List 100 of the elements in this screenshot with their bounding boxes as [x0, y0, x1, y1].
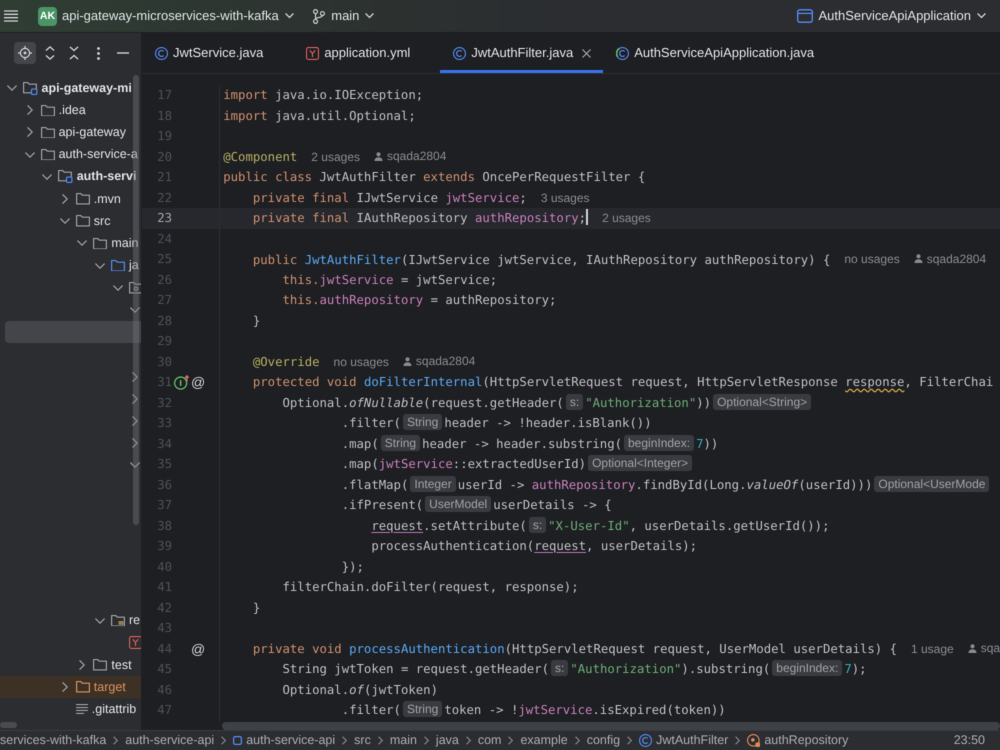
code-text: request.setAttribute(: [371, 518, 527, 532]
inlay-hint: Optional<UserMode: [874, 476, 990, 492]
chevron-right-icon[interactable]: [62, 682, 68, 692]
inlay-hint: Optional<String>: [713, 394, 812, 410]
usages-hint[interactable]: 3 usages: [540, 188, 590, 208]
chevron-down-icon[interactable]: [95, 618, 105, 624]
chevron-right-icon: [574, 736, 580, 745]
usages-hint[interactable]: 1 usage: [911, 638, 954, 660]
chevron-down-icon[interactable]: [365, 13, 374, 19]
horizontal-scrollbar[interactable]: [222, 722, 1000, 730]
horizontal-scrollbar[interactable]: [0, 722, 17, 728]
class-icon: [453, 46, 466, 60]
editor-tab[interactable]: JwtService.java: [142, 33, 294, 73]
at-sign-icon[interactable]: @: [191, 640, 205, 657]
code-text: .map(: [342, 436, 379, 450]
collapse-all-icon[interactable]: [69, 46, 79, 60]
chevron-down-icon[interactable]: [7, 85, 17, 92]
breadcrumb[interactable]: main: [390, 731, 417, 750]
inlay-hint: String: [380, 434, 420, 450]
tree-item[interactable]: api-gateway-mi: [42, 78, 132, 98]
editor-tab[interactable]: JwtAuthFilter.java: [440, 33, 604, 73]
breadcrumb[interactable]: config: [586, 731, 620, 750]
breadcrumb[interactable]: services-with-kafka: [0, 731, 106, 750]
branch-dropdown[interactable]: main: [313, 6, 374, 26]
breadcrumb[interactable]: authRepository: [747, 731, 848, 750]
chevron-right-icon[interactable]: [79, 660, 86, 670]
run-configuration-dropdown[interactable]: AuthServiceApiApplication: [796, 6, 986, 26]
breadcrumb[interactable]: src: [354, 731, 371, 750]
chevron-right-icon[interactable]: [26, 127, 33, 138]
chevron-down-icon[interactable]: [112, 284, 123, 291]
editor-tab[interactable]: application.yml: [293, 33, 440, 73]
chevron-down-icon[interactable]: [977, 13, 986, 19]
chevron-right-icon: [508, 736, 514, 745]
usages-hint[interactable]: 2 usages: [311, 146, 360, 168]
project-dropdown[interactable]: AK api-gateway-microservices-with-kafka: [38, 6, 294, 26]
code-text: userId -> authRepository.findById(Long.valueOf(userId))): [458, 478, 872, 492]
module-square-icon: [233, 736, 242, 745]
tree-row-highlight[interactable]: target: [0, 676, 141, 698]
menu-icon[interactable]: [4, 10, 18, 22]
override-marker-icon[interactable]: [174, 374, 190, 390]
tree-item[interactable]: src: [94, 212, 110, 231]
editor-tab[interactable]: AuthServiceApiApplication.java: [603, 33, 844, 73]
breadcrumb[interactable]: auth-service-api: [125, 731, 214, 750]
author-name[interactable]: sqada2804: [387, 146, 446, 167]
field-icon: [747, 734, 760, 747]
usages-hint[interactable]: 2 usages: [602, 208, 651, 228]
chevron-right-icon[interactable]: [132, 372, 138, 382]
app-window-icon: [796, 9, 813, 23]
usages-hint[interactable]: no usages: [844, 249, 900, 270]
code-text: public class JwtAuthFilter extends OncePerRequestFilter {: [223, 170, 646, 184]
source-folder-icon: [111, 260, 125, 272]
tree-item[interactable]: target: [94, 678, 126, 697]
chevron-down-icon[interactable]: [95, 262, 105, 269]
code-text: private void processAuthentication(HttpServletRequest request, UserModel userDetails) {: [252, 642, 897, 656]
breadcrumb[interactable]: com: [478, 731, 502, 750]
author-name[interactable]: sqa: [980, 638, 1000, 659]
inlay-hint: UserModel: [425, 496, 492, 512]
expand-all-icon[interactable]: [44, 46, 54, 60]
locate-icon[interactable]: [14, 42, 36, 64]
code-text: import java.io.IOException;: [223, 88, 424, 102]
tree-item[interactable]: api-gateway: [58, 123, 126, 142]
author-name[interactable]: sqada2804: [416, 351, 476, 372]
more-vertical-icon[interactable]: [97, 46, 100, 60]
code-text: public JwtAuthFilter(IJwtService jwtService, IAuthRepository authRepository) {: [252, 252, 830, 266]
author-name[interactable]: sqada2804: [926, 248, 986, 270]
usages-hint[interactable]: no usages: [334, 352, 389, 372]
tree-item[interactable]: test: [111, 656, 132, 674]
tree-item[interactable]: .gitattrib: [92, 700, 136, 719]
close-icon[interactable]: [582, 48, 591, 58]
tree-item[interactable]: auth-servi: [76, 167, 136, 186]
chevron-down-icon[interactable]: [284, 13, 294, 19]
class-icon: [639, 734, 652, 747]
clock-time: 23:50: [954, 732, 985, 750]
breadcrumb[interactable]: auth-service-api: [233, 731, 336, 750]
chevron-right-icon[interactable]: [62, 194, 68, 204]
chevron-down-icon[interactable]: [42, 174, 52, 180]
tree-item[interactable]: ja: [129, 256, 139, 275]
chevron-right-icon[interactable]: [132, 438, 138, 448]
chevron-right-icon[interactable]: [132, 394, 138, 404]
chevron-down-icon[interactable]: [24, 152, 35, 158]
at-sign-icon[interactable]: @: [191, 374, 205, 390]
tree-item[interactable]: auth-service-a: [58, 145, 138, 164]
chevron-right-icon: [627, 736, 632, 745]
tree-item[interactable]: re: [129, 611, 140, 630]
code-text: userDetails -> {: [493, 498, 612, 512]
breadcrumb[interactable]: java: [436, 731, 459, 750]
tree-item[interactable]: .mvn: [94, 190, 121, 208]
tree-item[interactable]: main: [111, 234, 138, 253]
code-text: "Authorization").substring(: [570, 662, 770, 676]
minimize-icon[interactable]: [117, 52, 129, 54]
chevron-right-icon: [221, 736, 226, 745]
chevron-down-icon[interactable]: [130, 306, 140, 313]
chevron-down-icon[interactable]: [77, 240, 88, 246]
chevron-down-icon[interactable]: [60, 218, 70, 224]
chevron-right-icon[interactable]: [26, 105, 33, 116]
chevron-down-icon[interactable]: [130, 462, 140, 468]
breadcrumb[interactable]: example: [520, 731, 568, 750]
chevron-right-icon[interactable]: [132, 416, 138, 426]
tree-item[interactable]: .idea: [58, 100, 86, 120]
breadcrumb[interactable]: JwtAuthFilter: [639, 731, 728, 750]
